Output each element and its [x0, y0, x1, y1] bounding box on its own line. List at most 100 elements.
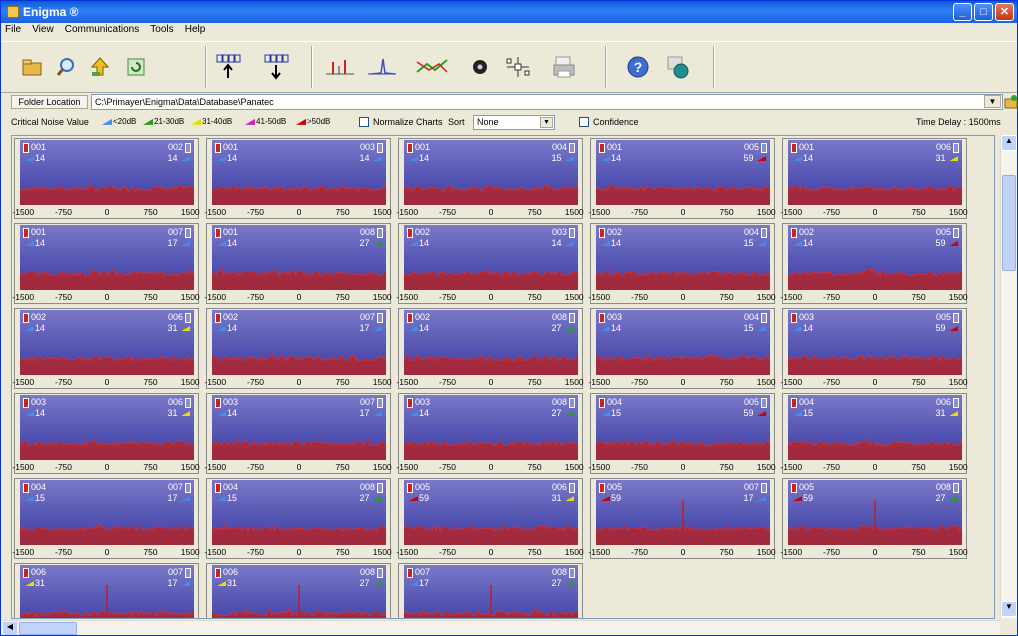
- left-noise-value: 14: [600, 238, 621, 248]
- noise-level-arrow-icon: [409, 581, 418, 587]
- disc-icon[interactable]: [463, 48, 497, 86]
- x-tick-label: 1500: [948, 377, 968, 387]
- correlation-chart[interactable]: 001 003 14 14 -1500 -750 0 750 1500: [204, 138, 392, 219]
- single-spike-chart-icon[interactable]: [365, 48, 399, 86]
- correlation-chart[interactable]: 002 005 14 59 -1500 -750 0 750 1500: [780, 223, 968, 304]
- correlation-chart[interactable]: 002 003 14 14 -1500 -750 0 750 1500: [396, 223, 584, 304]
- scroll-thumb[interactable]: [19, 622, 77, 635]
- left-noise-value: 14: [792, 153, 813, 163]
- noise-level-arrow-icon: [793, 411, 802, 417]
- right-noise-value: 17: [743, 493, 767, 503]
- correlation-chart[interactable]: 002 006 14 31 -1500 -750 0 750 1500: [12, 308, 200, 389]
- noise-level-arrow-icon: [757, 496, 766, 502]
- right-noise-value: 27: [551, 323, 575, 333]
- correlation-chart[interactable]: 003 007 14 17 -1500 -750 0 750 1500: [204, 393, 392, 474]
- scroll-left-arrow-icon[interactable]: ◀: [3, 622, 17, 635]
- correlation-chart[interactable]: 0060073117 -1500-75007501500: [14, 563, 199, 618]
- x-tick-label: 750: [335, 547, 350, 557]
- left-logger-id: 006: [31, 567, 47, 577]
- correlation-chart[interactable]: 003 006 14 31 -1500 -750 0 750 1500: [12, 393, 200, 474]
- right-noise-value: 31: [551, 493, 575, 503]
- correlation-chart[interactable]: 005 008 59 27 -1500 -750 0 750 1500: [780, 478, 968, 559]
- chevron-down-icon: ▼: [540, 117, 553, 128]
- correlation-chart[interactable]: 001 004 14 15 -1500 -750 0 750 1500: [396, 138, 584, 219]
- left-logger-id: 002: [31, 312, 47, 322]
- x-tick-label: 750: [143, 462, 158, 472]
- minimize-button[interactable]: _: [953, 3, 972, 21]
- x-axis-ticks: -1500 -750 0 750 1500: [396, 547, 584, 558]
- open-folder-icon[interactable]: [1004, 94, 1018, 109]
- title-bar[interactable]: Enigma ® _ □ ✕: [1, 1, 1017, 23]
- x-tick-label: -1500: [588, 292, 611, 302]
- menu-communications[interactable]: Communications: [61, 23, 143, 36]
- normalize-charts-checkbox[interactable]: [359, 117, 369, 127]
- x-tick-label: 750: [527, 377, 542, 387]
- horizontal-scrollbar[interactable]: ◀: [1, 620, 1000, 635]
- menu-tools[interactable]: Tools: [146, 23, 177, 36]
- confidence-checkbox[interactable]: [579, 117, 589, 127]
- globe-icon[interactable]: [661, 48, 695, 86]
- correlation-chart[interactable]: 001 005 14 59 -1500 -750 0 750 1500: [588, 138, 776, 219]
- right-logger-id: 007: [167, 567, 183, 577]
- noise-area: [212, 269, 386, 290]
- x-axis-ticks: -1500 -750 0 750 1500: [204, 462, 392, 473]
- correlation-chart-icon[interactable]: [415, 48, 449, 86]
- legend-swatch: [245, 118, 255, 125]
- correlation-chart[interactable]: 003 008 14 27 -1500 -750 0 750 1500: [396, 393, 584, 474]
- correlation-chart[interactable]: 002 004 14 15 -1500 -750 0 750 1500: [588, 223, 776, 304]
- x-tick-label: -1500: [396, 377, 419, 387]
- correlation-chart[interactable]: 002 008 14 27 -1500 -750 0 750 1500: [396, 308, 584, 389]
- right-logger-id: 006: [935, 142, 951, 152]
- correlation-chart[interactable]: 001 006 14 31 -1500 -750 0 750 1500: [780, 138, 968, 219]
- logger-flag-right-icon: [953, 398, 959, 408]
- send-data-icon[interactable]: [213, 48, 247, 86]
- scroll-down-arrow-icon[interactable]: ▼: [1001, 601, 1017, 617]
- correlation-chart[interactable]: 004 006 15 31 -1500 -750 0 750 1500: [780, 393, 968, 474]
- folder-open-icon[interactable]: [15, 48, 49, 86]
- x-tick-label: 750: [527, 207, 542, 217]
- correlation-chart[interactable]: 002 007 14 17 -1500 -750 0 750 1500: [204, 308, 392, 389]
- correlation-chart[interactable]: 005 006 59 31 -1500 -750 0 750 1500: [396, 478, 584, 559]
- help-icon[interactable]: ?: [621, 48, 655, 86]
- correlation-chart[interactable]: 001 008 14 27 -1500 -750 0 750 1500: [204, 223, 392, 304]
- correlation-chart[interactable]: 004 007 15 17 -1500 -750 0 750 1500: [12, 478, 200, 559]
- refresh-icon[interactable]: [119, 48, 153, 86]
- correlation-chart[interactable]: 001 007 14 17 -1500 -750 0 750 1500: [12, 223, 200, 304]
- scroll-up-arrow-icon[interactable]: ▲: [1001, 135, 1017, 151]
- vertical-scrollbar[interactable]: ▲ ▼: [1000, 135, 1017, 619]
- maximize-button[interactable]: □: [974, 3, 993, 21]
- logger-flag-left-icon: [407, 313, 413, 323]
- menu-view[interactable]: View: [28, 23, 58, 36]
- correlation-chart[interactable]: 004 008 15 27 -1500 -750 0 750 1500: [204, 478, 392, 559]
- folder-dropdown-button[interactable]: ▼: [984, 95, 1001, 108]
- correlation-chart[interactable]: 0060083127 -1500-75007501500: [206, 563, 391, 618]
- correlation-chart[interactable]: 005 007 59 17 -1500 -750 0 750 1500: [588, 478, 776, 559]
- receive-data-icon[interactable]: [261, 48, 295, 86]
- left-logger-id: 002: [415, 227, 431, 237]
- correlation-chart[interactable]: 004 005 15 59 -1500 -750 0 750 1500: [588, 393, 776, 474]
- folder-path-combobox[interactable]: C:\Primayer\Enigma\Data\Database\Panatec: [91, 94, 1003, 110]
- scroll-thumb[interactable]: [1002, 175, 1016, 271]
- x-tick-label: 750: [719, 547, 734, 557]
- correlation-chart[interactable]: 003 004 14 15 -1500 -750 0 750 1500: [588, 308, 776, 389]
- upload-icon[interactable]: [83, 48, 117, 86]
- correlation-chart[interactable]: 001 002 14 14 -1500 -750 0 750 1500: [12, 138, 200, 219]
- sort-select[interactable]: None ▼: [473, 115, 555, 130]
- menu-file[interactable]: File: [1, 23, 25, 36]
- correlation-chart[interactable]: 0070081727 -1500-75007501500: [398, 563, 583, 618]
- x-tick-label: -750: [630, 462, 649, 472]
- x-tick-label: 1500: [372, 292, 392, 302]
- svg-text:?: ?: [634, 59, 643, 75]
- right-noise-value: 17: [359, 408, 383, 418]
- toolbar-separator: [713, 46, 715, 88]
- magnifier-icon[interactable]: [49, 48, 83, 86]
- close-button[interactable]: ✕: [995, 3, 1014, 21]
- dual-chart-icon[interactable]: [323, 48, 357, 86]
- menu-help[interactable]: Help: [181, 23, 210, 36]
- print-icon[interactable]: [547, 48, 581, 86]
- confidence-label: Confidence: [593, 117, 639, 127]
- x-tick-label: -750: [630, 207, 649, 217]
- network-icon[interactable]: [501, 48, 535, 86]
- noise-level-arrow-icon: [217, 241, 226, 247]
- correlation-chart[interactable]: 003 005 14 59 -1500 -750 0 750 1500: [780, 308, 968, 389]
